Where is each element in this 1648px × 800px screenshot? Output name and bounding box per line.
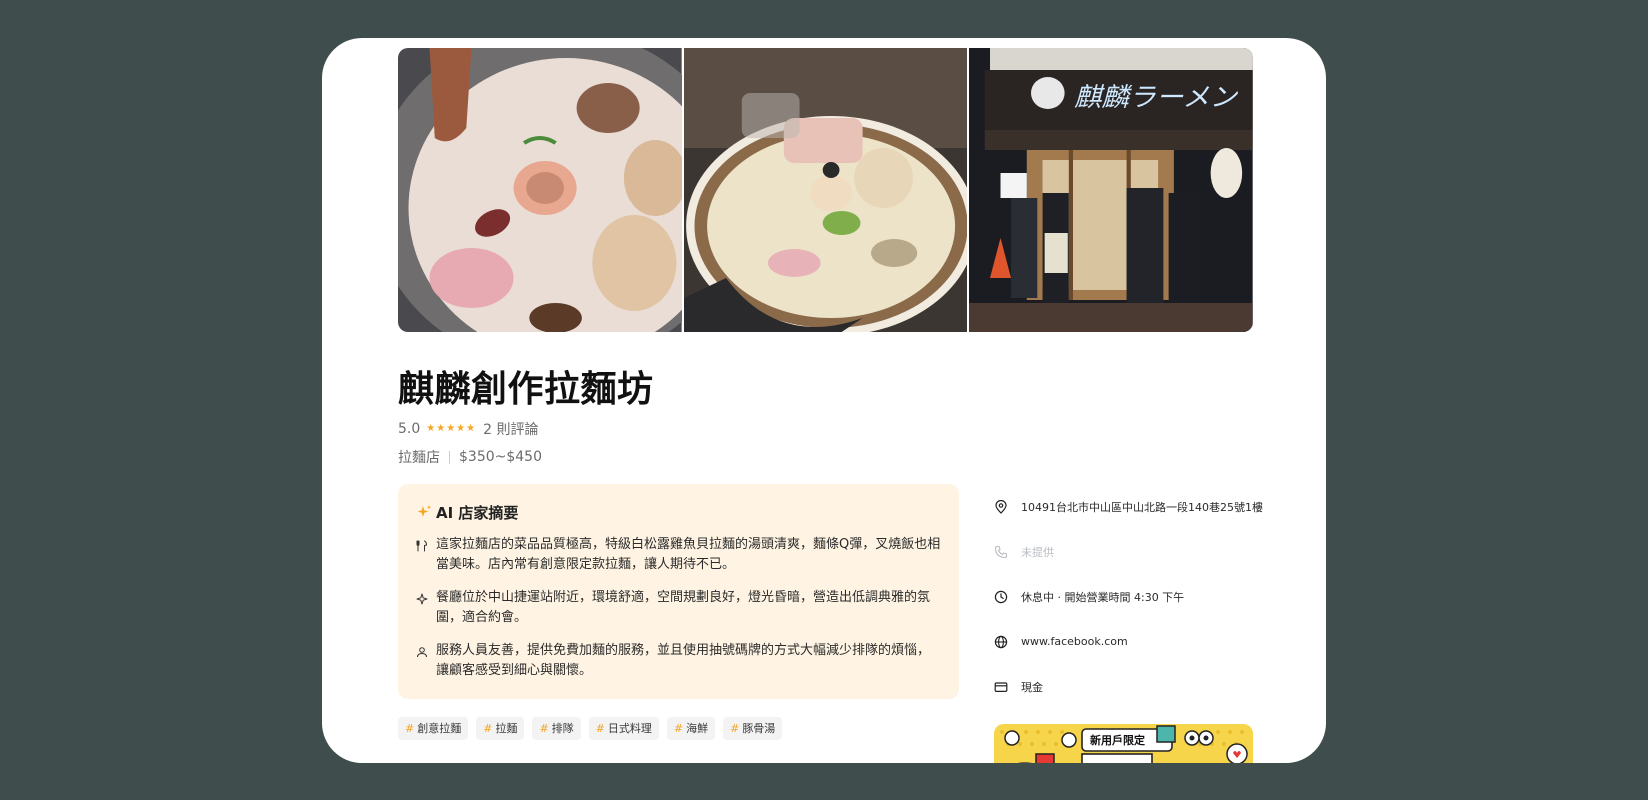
restaurant-detail: 麒麟ラーメン 麒麟創作拉麵坊 5.0 ★ ★ ★ ★ ★ 2 則評論 拉麵店 $… [398,48,1263,763]
tag-label: 海鮮 [686,722,709,735]
summary-text-service: 服務人員友善，提供免費加麵的服務，並且使用抽號碼牌的方式大幅減少排隊的煩惱，讓顧… [436,643,931,678]
svg-text:麒麟ラーメン: 麒麟ラーメン [1074,83,1238,113]
sparkle-icon [417,505,432,517]
summary-text-ambience: 餐廳位於中山捷運站附近，環境舒適，空間規劃良好，燈光昏暗，營造出低調典雅的氛圍，… [436,590,931,625]
location-pin-icon [994,499,1021,514]
payment-text: 現金 [1021,680,1043,694]
review-count-link[interactable]: 2 則評論 [483,419,538,439]
website-link[interactable]: www.facebook.com [1021,635,1128,648]
tag[interactable]: # 豚骨湯 [723,717,783,740]
star-icon: ★ [426,423,436,434]
hours-text: 休息中 · 開始營業時間 4:30 下午 [1021,590,1185,604]
tag[interactable]: # 排隊 [532,717,581,740]
ramen-bowl-photo[interactable] [398,48,682,332]
restaurant-card: 麒麟ラーメン 麒麟創作拉麵坊 5.0 ★ ★ ★ ★ ★ 2 則評論 拉麵店 $… [322,38,1326,763]
photo-gallery[interactable]: 麒麟ラーメン [398,48,1253,332]
restaurant-name: 麒麟創作拉麵坊 [398,369,654,410]
phone-row: 未提供 [994,529,1253,574]
globe-icon [994,635,1021,649]
address-text: 10491台北市中山區中山北路一段140巷25號1樓 [1021,500,1263,514]
payment-row: 現金 [994,664,1253,709]
tag[interactable]: # 拉麵 [476,717,525,740]
tag-label: 創意拉麵 [417,722,462,735]
hash-icon: # [483,722,493,735]
ai-summary-header: AI 店家摘要 [416,502,941,522]
rating-score: 5.0 [398,421,421,437]
star-icon: ★ [456,423,466,434]
clock-icon [994,590,1021,604]
star-icon: ★ [466,423,476,434]
ai-summary-panel: AI 店家摘要 這家拉麵店的菜品品質極高，特級白松露雞魚貝拉麵的湯頭清爽，麵條Q… [398,484,959,699]
hours-row[interactable]: 休息中 · 開始營業時間 4:30 下午 [994,574,1253,619]
promo-badge-text: 新用戶限定 [1090,734,1145,747]
new-user-promo-banner[interactable]: 新用戶限定 [994,724,1253,763]
tag[interactable]: # 創意拉麵 [398,717,469,740]
hash-icon: # [595,722,605,735]
tag-label: 日式料理 [607,722,652,735]
summary-item-food: 這家拉麵店的菜品品質極高，特級白松露雞魚貝拉麵的湯頭清爽，麵條Q彈，叉燒飯也相當… [416,535,941,575]
divider [449,450,450,464]
hash-icon: # [405,722,415,735]
tag[interactable]: # 海鮮 [666,717,716,740]
phone-text: 未提供 [1021,545,1054,559]
summary-item-service: 服務人員友善，提供免費加麵的服務，並且使用抽號碼牌的方式大幅減少排隊的煩惱，讓顧… [416,641,941,681]
phone-icon [994,545,1021,559]
credit-card-icon [994,680,1021,694]
info-column: 10491台北市中山區中山北路一段140巷25號1樓 未提供 休息中 · 開始營… [994,484,1263,763]
star-rating: ★ ★ ★ ★ ★ [426,424,476,434]
left-column: AI 店家摘要 這家拉麵店的菜品品質極高，特級白松露雞魚貝拉麵的湯頭清爽，麵條Q… [398,484,959,740]
meta-row: 拉麵店 $350~$450 [398,448,1253,466]
price-range: $350~$450 [459,449,542,465]
hash-icon: # [673,722,684,735]
tag-list: # 創意拉麵 # 拉麵 # 排隊 # 日式料理 # 海鮮 # 豚骨湯 [398,717,959,740]
address-row[interactable]: 10491台北市中山區中山北路一段140巷25號1樓 [994,484,1263,529]
tag[interactable]: # 日式料理 [588,717,659,740]
category-label: 拉麵店 [398,450,440,466]
star-icon: ★ [446,423,456,434]
website-row[interactable]: www.facebook.com [994,619,1253,664]
rating-row[interactable]: 5.0 ★ ★ ★ ★ ★ 2 則評論 [398,420,1253,438]
tag-label: 拉麵 [495,722,518,735]
white-broth-ramen-photo[interactable] [683,48,968,332]
ai-summary-title: AI 店家摘要 [436,503,519,522]
tag-label: 豚骨湯 [742,722,776,735]
summary-item-ambience: 餐廳位於中山捷運站附近，環境舒適，空間規劃良好，燈光昏暗，營造出低調典雅的氛圍，… [416,588,941,628]
hash-icon: # [539,722,549,735]
utensils-icon [416,535,436,575]
star-icon: ★ [436,423,446,434]
storefront-photo[interactable]: 麒麟ラーメン [969,48,1253,332]
detail-content: AI 店家摘要 這家拉麵店的菜品品質極高，特級白松露雞魚貝拉麵的湯頭清爽，麵條Q… [398,484,1263,763]
summary-text-food: 這家拉麵店的菜品品質極高，特級白松露雞魚貝拉麵的湯頭清爽，麵條Q彈，叉燒飯也相當… [436,537,941,572]
person-icon [416,641,436,681]
diamond-sparkle-icon [416,588,436,628]
hash-icon: # [730,722,740,735]
tag-label: 排隊 [551,722,574,735]
